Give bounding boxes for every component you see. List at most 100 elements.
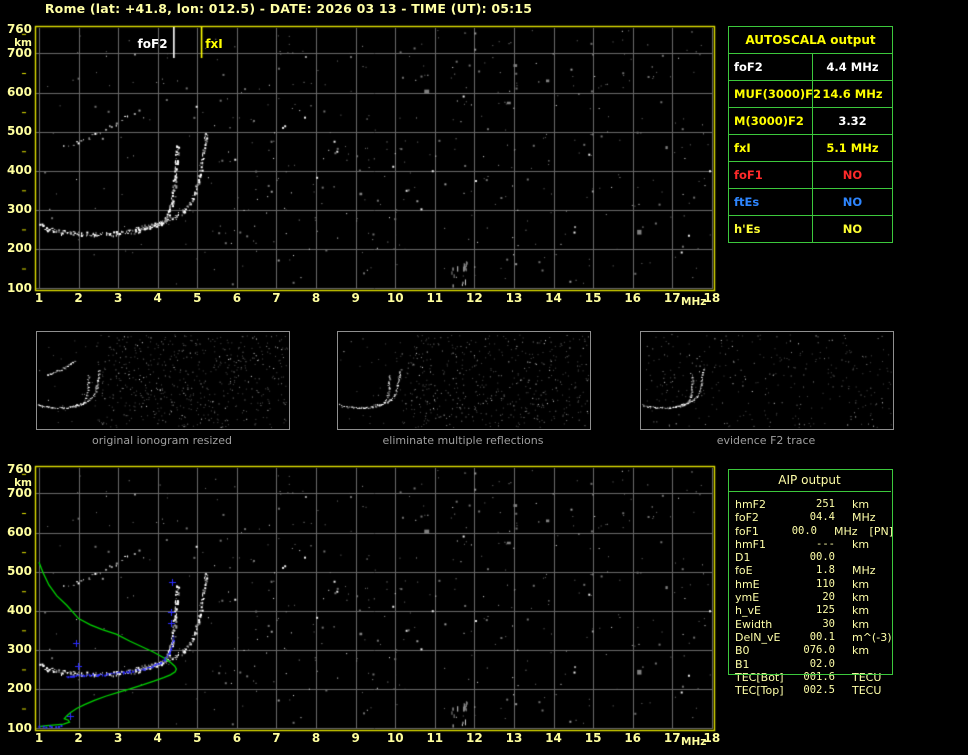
x-tick-label: 7 xyxy=(272,291,281,305)
param-unit: MHz xyxy=(834,524,858,538)
table-row: MUF(3000)F2 14.6 MHz xyxy=(729,81,892,108)
param-label: foF1 xyxy=(735,524,759,538)
x-tick-label: 8 xyxy=(311,291,321,305)
y-tick-label: 500 xyxy=(6,564,32,579)
param-value: 4.4 MHz xyxy=(826,60,879,74)
param-value: 251 xyxy=(816,498,835,510)
table-row: hmF1 --- km xyxy=(728,538,893,551)
table-row: h'Es NO xyxy=(729,216,892,242)
x-tick-label: 10 xyxy=(386,291,404,305)
param-label: TEC[Top] xyxy=(735,684,784,698)
x-tick-label: 4 xyxy=(153,731,162,745)
table-row: DelN_vE 00.1 m^(-3) xyxy=(728,631,893,644)
param-value: 20 xyxy=(822,591,835,604)
table-row: hmE 110 km xyxy=(728,578,893,591)
y-tick-label: 100 xyxy=(6,720,32,735)
y-tick-label: 400 xyxy=(6,163,32,178)
x-tick-label: 11 xyxy=(426,731,444,745)
param-label: h'Es xyxy=(729,216,813,242)
table-row: foF1 NO xyxy=(729,162,892,189)
param-label: ftEs xyxy=(729,189,813,215)
y-tick-label: 300 xyxy=(6,642,32,657)
table-row: B0 076.0 km xyxy=(728,644,893,657)
param-value: --- xyxy=(816,537,835,550)
table-row: Ewidth 30 km xyxy=(728,618,893,631)
param-value: 110 xyxy=(816,577,835,590)
thumbnail-original-ionogram xyxy=(36,331,290,430)
param-label: hmF1 xyxy=(735,537,767,551)
table-row: M(3000)F2 3.32 xyxy=(729,108,892,135)
x-axis-unit-label: MHz xyxy=(681,295,707,308)
param-label: M(3000)F2 xyxy=(729,108,813,134)
x-tick-label: 14 xyxy=(545,291,562,305)
table-row: foF2 04.4 MHz xyxy=(728,511,893,524)
table-row: hmF2 251 km xyxy=(728,498,893,511)
y-axis-unit-label: km xyxy=(14,477,32,489)
table-row: D1 00.0 xyxy=(728,551,893,564)
param-label: DelN_vE xyxy=(735,630,781,644)
param-unit: km xyxy=(852,577,870,591)
param-unit: m^(-3) xyxy=(852,630,892,644)
x-tick-label: 5 xyxy=(193,291,202,305)
aip-table-header: AIP output xyxy=(728,469,891,492)
param-label: foF2 xyxy=(735,511,759,525)
y-tick-label: 300 xyxy=(6,202,32,217)
param-label: hmF2 xyxy=(735,498,767,511)
param-label: foF1 xyxy=(729,162,813,188)
x-tick-label: 15 xyxy=(584,291,602,305)
table-row: fxI 5.1 MHz xyxy=(729,135,892,162)
param-value: 00.0 xyxy=(791,524,817,537)
fxi-marker-label: fxI xyxy=(205,37,223,51)
param-value: 02.0 xyxy=(809,657,835,670)
thumbnail-eliminate-canvas xyxy=(338,332,590,429)
thumbnail-caption: eliminate multiple reflections xyxy=(382,434,544,447)
x-tick-label: 10 xyxy=(386,731,404,745)
param-value: 04.4 xyxy=(809,511,835,524)
param-unit: TECU xyxy=(852,670,882,684)
y-tick-label: 760 xyxy=(6,462,32,476)
param-value: 001.6 xyxy=(803,670,835,683)
param-unit xyxy=(835,551,852,564)
x-tick-label: 13 xyxy=(505,731,523,745)
x-tick-label: 12 xyxy=(466,731,483,745)
table-row: foF1 00.0 MHz [PN] xyxy=(728,525,893,538)
param-label: MUF(3000)F2 xyxy=(729,81,821,107)
autoscala-output-table: AUTOSCALA output foF2 4.4 MHz MUF(3000)F2 1… xyxy=(728,26,893,243)
param-value: 30 xyxy=(822,617,835,630)
table-row: B1 02.0 xyxy=(728,658,893,671)
param-label: B0 xyxy=(735,644,750,658)
param-label: h_vE xyxy=(735,604,761,618)
param-label: hmE xyxy=(735,577,760,591)
x-tick-label: 16 xyxy=(624,731,642,745)
y-tick-label: 100 xyxy=(6,280,32,295)
param-value: NO xyxy=(842,195,863,209)
autoscala-table-header: AUTOSCALA output xyxy=(729,27,892,54)
x-tick-label: 9 xyxy=(351,731,360,745)
x-tick-label: 3 xyxy=(113,291,123,305)
param-label: ymE xyxy=(735,591,760,605)
table-row: foF2 4.4 MHz xyxy=(729,54,892,81)
param-unit: TECU xyxy=(852,684,882,698)
param-unit: MHz xyxy=(852,564,876,578)
param-value: 14.6 MHz xyxy=(822,87,883,101)
station-date-title: Rome (lat: +41.8, lon: 012.5) - DATE: 20… xyxy=(44,1,533,16)
param-label: D1 xyxy=(735,551,751,565)
fof2-marker-label: foF2 xyxy=(137,37,168,51)
thumbnail-original-canvas xyxy=(37,332,289,429)
param-label: B1 xyxy=(735,657,750,671)
y-tick-label: 760 xyxy=(6,22,32,36)
param-value: 00.0 xyxy=(809,551,835,564)
table-row: TEC[Bot] 001.6 TECU xyxy=(728,671,893,684)
y-tick-label: 600 xyxy=(6,85,32,100)
param-label: foE xyxy=(735,564,753,578)
thumbnail-evidence-f2 xyxy=(640,331,894,430)
param-value: 076.0 xyxy=(803,644,835,657)
autoscala-table-rows: foF2 4.4 MHz MUF(3000)F2 14.6 MHz M(3000)F2 3… xyxy=(729,54,892,242)
param-unit: km xyxy=(852,591,870,605)
param-unit: km xyxy=(852,498,870,511)
param-value: NO xyxy=(842,168,863,182)
y-tick-label: 400 xyxy=(6,603,32,618)
x-tick-label: 2 xyxy=(74,291,83,305)
param-flag: [PN] xyxy=(869,524,893,538)
table-row: ymE 20 km xyxy=(728,591,893,604)
